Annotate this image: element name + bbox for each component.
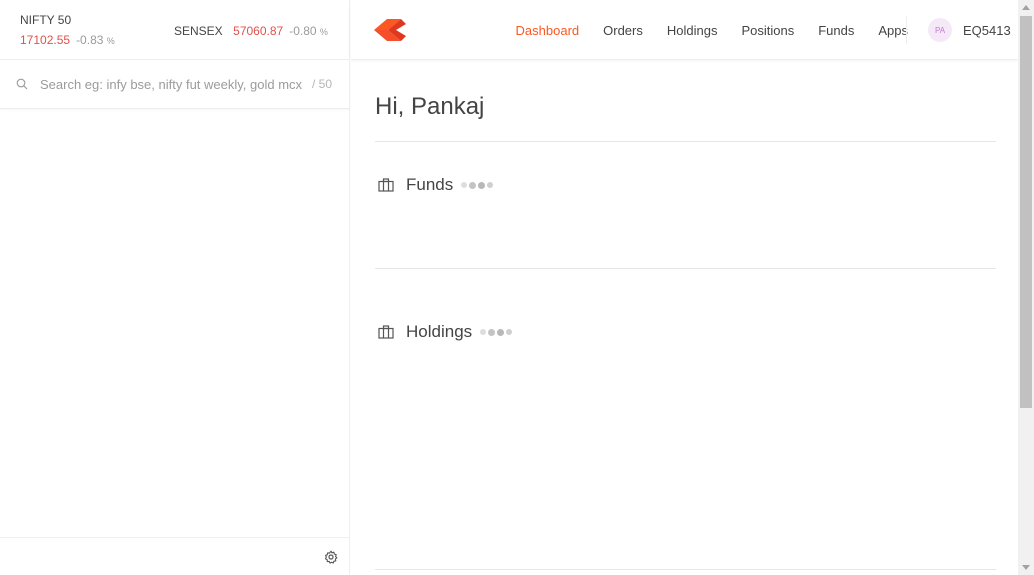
marketwatch-panel: NIFTY 50 17102.55 -0.83 % SENSEX 57060.87… — [0, 0, 350, 575]
search-icon — [16, 78, 28, 90]
nav-orders[interactable]: Orders — [603, 23, 643, 38]
section-title-funds: Funds — [406, 175, 454, 194]
user-id: EQ5413 — [963, 22, 1011, 38]
holdings-section-header: Holdings — [378, 322, 514, 342]
page-title: Hi, Pankaj — [375, 93, 485, 120]
index-name: SENSEX — [174, 24, 223, 38]
nav-apps[interactable]: Apps — [878, 23, 908, 38]
nav-funds[interactable]: Funds — [818, 23, 854, 38]
divider — [375, 569, 996, 570]
scroll-thumb[interactable] — [1020, 16, 1032, 408]
page-scrollbar[interactable] — [1018, 0, 1034, 575]
loading-indicator — [480, 328, 514, 336]
index-nifty[interactable]: NIFTY 50 17102.55 -0.83 % — [20, 13, 115, 47]
briefcase-icon — [378, 178, 394, 192]
avatar: PA — [928, 18, 952, 42]
search-input[interactable] — [40, 74, 312, 94]
divider — [375, 141, 996, 142]
index-value: 17102.55 — [20, 33, 71, 47]
index-change: -0.83 — [76, 33, 104, 47]
watchlist-footer — [0, 537, 350, 575]
dashboard-content: Hi, Pankaj Funds Holdings — [351, 61, 1018, 575]
nav-positions[interactable]: Positions — [741, 23, 794, 38]
index-change: -0.80 — [289, 24, 317, 38]
nav-holdings[interactable]: Holdings — [667, 23, 718, 38]
index-name: NIFTY 50 — [20, 13, 72, 27]
index-value: 57060.87 — [233, 24, 284, 38]
scroll-up-icon[interactable] — [1022, 5, 1030, 10]
loading-indicator — [461, 181, 495, 189]
briefcase-icon — [378, 325, 394, 339]
funds-section-header: Funds — [378, 175, 495, 195]
nav-dashboard[interactable]: Dashboard — [516, 23, 580, 38]
divider — [375, 268, 996, 269]
main-nav: Dashboard Orders Holdings Positions Fund… — [492, 0, 908, 60]
user-menu[interactable]: PA EQ5413 — [928, 18, 1011, 42]
watchlist-count: / 50 — [312, 77, 333, 91]
instrument-search: / 50 — [0, 60, 350, 109]
top-header: Dashboard Orders Holdings Positions Fund… — [351, 0, 1018, 60]
indices-bar: NIFTY 50 17102.55 -0.83 % SENSEX 57060.87… — [0, 0, 349, 60]
gear-icon[interactable] — [324, 550, 338, 564]
kite-logo[interactable] — [374, 19, 406, 41]
section-title-holdings: Holdings — [406, 322, 473, 341]
nav-divider — [906, 16, 907, 44]
index-change-unit: % — [319, 27, 328, 37]
index-sensex[interactable]: SENSEX 57060.87 -0.80 % — [174, 22, 328, 40]
index-change-unit: % — [106, 36, 115, 46]
scroll-down-icon[interactable] — [1022, 565, 1030, 570]
